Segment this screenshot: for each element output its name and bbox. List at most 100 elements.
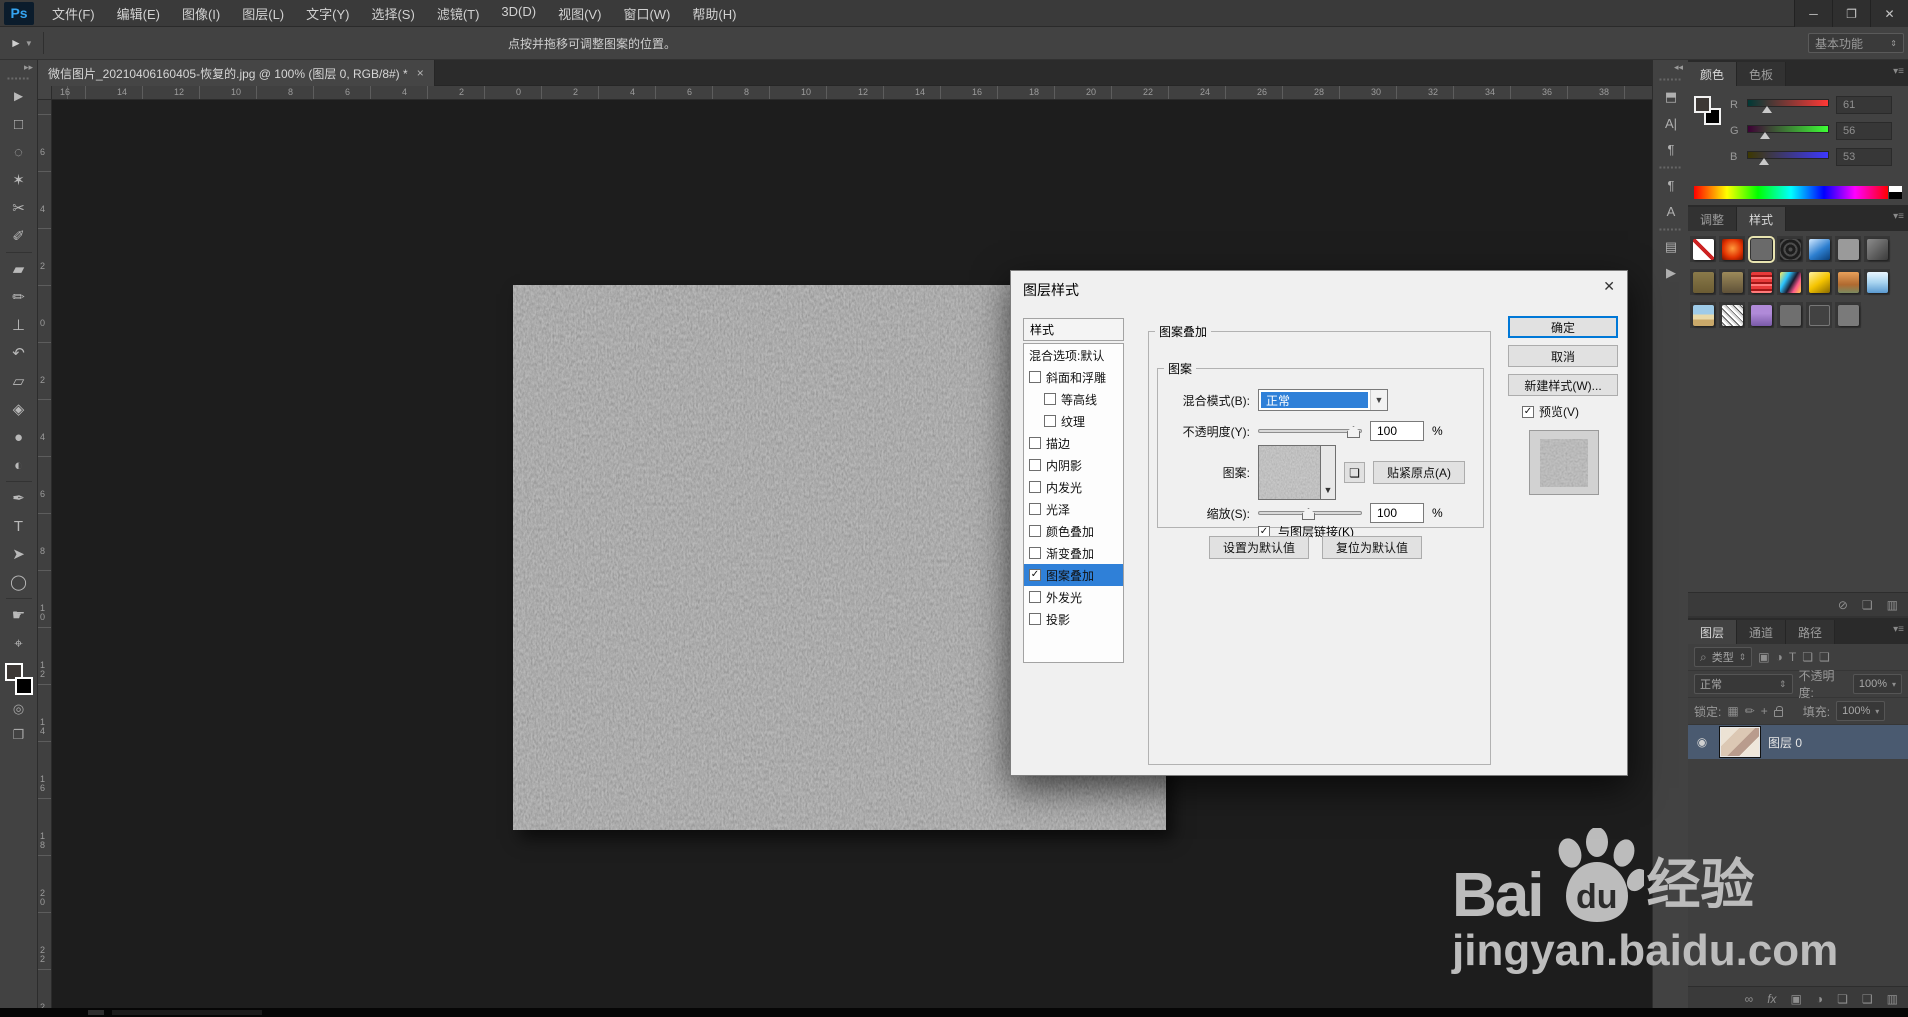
new-layer-icon[interactable]: ❑: [1862, 992, 1873, 1006]
style-list-item[interactable]: 描边: [1024, 432, 1123, 454]
channel-slider[interactable]: [1747, 124, 1829, 139]
style-list-item[interactable]: ✓ 图案叠加: [1024, 564, 1123, 586]
set-default-button[interactable]: 设置为默认值: [1209, 536, 1309, 559]
blend-mode-dropdown[interactable]: 正常 ⇕: [1694, 674, 1793, 694]
channel-slider[interactable]: [1747, 98, 1829, 113]
style-list-item[interactable]: 外发光: [1024, 586, 1123, 608]
color-spectrum-bar[interactable]: [1694, 186, 1888, 199]
dialog-close-icon[interactable]: ✕: [1603, 278, 1615, 295]
filter-pixel-layers-icon[interactable]: ▣: [1758, 650, 1769, 664]
style-list-item[interactable]: 斜面和浮雕: [1024, 366, 1123, 388]
pen-tool-icon[interactable]: ✒: [4, 484, 34, 512]
scale-slider[interactable]: [1258, 505, 1362, 521]
styles-panel-tab[interactable]: 样式: [1737, 207, 1787, 231]
vertical-ruler[interactable]: 642024681012141618202224: [38, 100, 52, 1017]
layer-visibility-icon[interactable]: ◉: [1692, 735, 1712, 749]
style-swatch-olive[interactable]: [1692, 271, 1714, 293]
menu-item[interactable]: 滤镜(T): [427, 0, 490, 28]
style-swatch-gray2[interactable]: [1837, 304, 1859, 326]
style-swatch-multicolor[interactable]: [1779, 271, 1801, 293]
style-list-item[interactable]: 渐变叠加: [1024, 542, 1123, 564]
lock-transparency-icon[interactable]: ▦: [1727, 704, 1738, 718]
link-layers-icon[interactable]: ∞: [1745, 992, 1754, 1006]
lock-position-icon[interactable]: +: [1761, 704, 1768, 718]
toolbar-grip[interactable]: ▪▪▪▪▪▪: [0, 74, 37, 83]
panel-menu-icon[interactable]: ▾≡: [1893, 66, 1904, 77]
channel-value[interactable]: 56: [1836, 122, 1892, 140]
style-checkbox[interactable]: ✓: [1029, 569, 1041, 581]
active-tool-indicator[interactable]: ► ▼: [10, 36, 33, 50]
delete-layer-icon[interactable]: ▥: [1887, 992, 1898, 1006]
color-panel-tab[interactable]: 色板: [1737, 62, 1787, 86]
new-style-button[interactable]: 新建样式(W)...: [1508, 374, 1618, 396]
workspace-switcher[interactable]: 基本功能 ⇕: [1808, 33, 1904, 53]
shape-tool-icon[interactable]: ◯: [4, 568, 34, 596]
style-checkbox[interactable]: [1029, 525, 1041, 537]
style-swatch-blue-glossy[interactable]: [1808, 238, 1830, 260]
actions-panel-icon[interactable]: ▶: [1653, 260, 1689, 286]
type-tool-icon[interactable]: T: [4, 512, 34, 540]
style-swatch-orange-gradient[interactable]: [1837, 271, 1859, 293]
style-checkbox[interactable]: [1029, 591, 1041, 603]
style-checkbox[interactable]: [1029, 613, 1041, 625]
style-swatch-gray-rounded[interactable]: [1747, 235, 1775, 263]
style-swatch-mid-gray[interactable]: [1779, 304, 1801, 326]
style-swatch-brown-gradient[interactable]: [1721, 271, 1743, 293]
preview-checkbox[interactable]: ✓: [1522, 405, 1534, 418]
color-swatch-pair[interactable]: [1694, 96, 1726, 132]
menu-item[interactable]: 选择(S): [361, 0, 424, 28]
layers-panel-tab[interactable]: 路径: [1786, 620, 1836, 644]
menu-item[interactable]: 编辑(E): [107, 0, 170, 28]
hand-tool-icon[interactable]: ☛: [4, 601, 34, 629]
style-checkbox[interactable]: [1029, 371, 1041, 383]
adjustment-layer-icon[interactable]: ◑: [1816, 992, 1823, 1006]
panel-menu-icon[interactable]: ▾≡: [1893, 211, 1904, 222]
gradient-tool-icon[interactable]: ◈: [4, 395, 34, 423]
style-swatch-dark-rings[interactable]: [1779, 238, 1801, 260]
horizontal-ruler[interactable]: 16 14 12 10 8 6 4 2 0 2 4 6 8 10 12 14 16 18 20 22 24 26 28 30 3…: [38, 86, 1652, 100]
style-checkbox[interactable]: [1029, 547, 1041, 559]
move-tool-icon[interactable]: ►: [4, 82, 34, 110]
foreground-color-swatch[interactable]: [1694, 96, 1711, 113]
marquee-tool-icon[interactable]: □: [4, 110, 34, 138]
clone-stamp-tool-icon[interactable]: ⊥: [4, 311, 34, 339]
menu-item[interactable]: 3D(D): [491, 0, 546, 28]
color-panel-tab[interactable]: 颜色: [1688, 62, 1738, 86]
new-style-icon[interactable]: ❏: [1862, 598, 1873, 612]
menu-item[interactable]: 窗口(W): [613, 0, 680, 28]
style-swatch-lightblue-glossy[interactable]: [1866, 271, 1888, 293]
document-tab[interactable]: 微信图片_20210406160405-恢复的.jpg @ 100% (图层 0…: [38, 60, 435, 86]
minimize-icon[interactable]: ─: [1794, 0, 1832, 27]
style-checkbox[interactable]: [1029, 481, 1041, 493]
style-swatch-bw-noise[interactable]: [1721, 304, 1743, 326]
history-brush-tool-icon[interactable]: ↶: [4, 339, 34, 367]
character-panel-icon[interactable]: A|: [1653, 110, 1689, 136]
style-swatch-gray-gradient[interactable]: [1866, 238, 1888, 260]
opacity-dropdown[interactable]: 100% ▾: [1852, 674, 1902, 694]
style-swatch-outline-only[interactable]: [1808, 304, 1830, 326]
close-icon[interactable]: ✕: [1870, 0, 1908, 27]
layer-filter-type-dropdown[interactable]: ⌕ 类型 ⇕: [1694, 647, 1753, 667]
snap-to-origin-button[interactable]: 贴紧原点(A): [1373, 461, 1465, 484]
channel-slider[interactable]: [1747, 150, 1829, 165]
lasso-tool-icon[interactable]: ◌: [4, 138, 34, 166]
menu-item[interactable]: 文字(Y): [296, 0, 359, 28]
menu-item[interactable]: 图像(I): [172, 0, 230, 28]
opacity-slider[interactable]: [1258, 423, 1362, 439]
lock-pixels-icon[interactable]: ✏: [1745, 704, 1755, 718]
pattern-swatch[interactable]: [1258, 445, 1321, 500]
healing-brush-tool-icon[interactable]: ▰: [4, 255, 34, 283]
style-swatch-yellow-glossy[interactable]: [1808, 271, 1830, 293]
magic-wand-tool-icon[interactable]: ✶: [4, 166, 34, 194]
style-checkbox[interactable]: [1044, 393, 1056, 405]
paragraph-styles-panel-icon[interactable]: A: [1653, 198, 1689, 224]
filter-shape-layers-icon[interactable]: ❏: [1802, 650, 1813, 664]
cancel-button[interactable]: 取消: [1508, 345, 1618, 367]
fill-dropdown[interactable]: 100% ▾: [1836, 701, 1886, 721]
zoom-tool-icon[interactable]: ⌖: [4, 629, 34, 657]
channel-value[interactable]: 61: [1836, 96, 1892, 114]
layer-mask-icon[interactable]: ▣: [1791, 992, 1802, 1006]
history-panel-icon[interactable]: ▤: [1653, 234, 1689, 260]
style-checkbox[interactable]: [1044, 415, 1056, 427]
style-checkbox[interactable]: [1029, 503, 1041, 515]
